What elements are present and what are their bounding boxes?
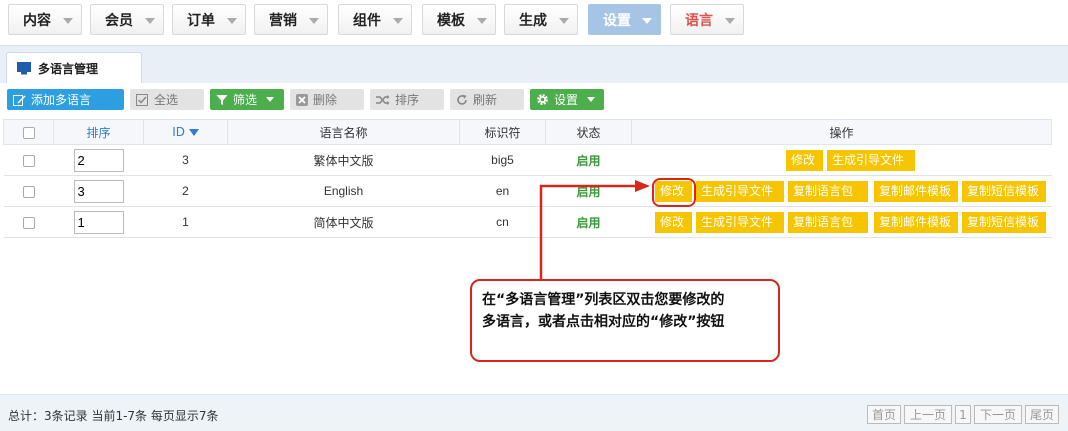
annotation-arrow — [539, 180, 650, 281]
annotation-line: 多语言，或者点击相对应的“修改”按钮 — [482, 314, 725, 330]
page-number[interactable]: 1 — [955, 405, 971, 424]
prev-page-button[interactable]: 上一页 — [904, 405, 952, 424]
first-page-button[interactable]: 首页 — [867, 405, 901, 424]
record-summary: 总计：3条记录 当前1-7条 每页显示7条 — [8, 409, 219, 423]
next-page-button[interactable]: 下一页 — [974, 405, 1022, 424]
annotation-callout: 在“多语言管理”列表区双击您要修改的 多语言，或者点击相对应的“修改”按钮 — [470, 279, 780, 362]
annotation-line: 在“多语言管理”列表区双击您要修改的 — [482, 292, 725, 308]
footer: 总计：3条记录 当前1-7条 每页显示7条 首页 上一页 1 下一页 尾页 — [0, 394, 1068, 431]
last-page-button[interactable]: 尾页 — [1025, 405, 1059, 424]
